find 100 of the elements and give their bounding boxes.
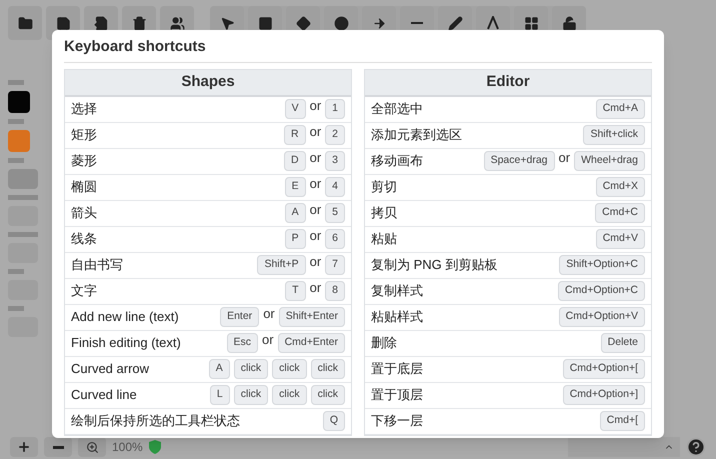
shortcut-label: 绘制后保持所选的工具栏状态 bbox=[71, 412, 240, 430]
shortcut-label: 椭圆 bbox=[71, 178, 97, 196]
shortcut-label: 复制样式 bbox=[371, 282, 423, 300]
language-select[interactable] bbox=[568, 437, 680, 457]
shortcut-label: 线条 bbox=[71, 230, 97, 248]
key-badge: R bbox=[284, 125, 306, 145]
section-header: Shapes bbox=[65, 70, 351, 96]
key-badge: P bbox=[284, 229, 306, 249]
key-badge: Shift+click bbox=[583, 125, 645, 145]
or-text: or bbox=[310, 97, 322, 115]
shortcut-label: 粘贴 bbox=[371, 230, 397, 248]
shortcut-label: 自由书写 bbox=[71, 256, 123, 274]
or-text: or bbox=[310, 149, 322, 167]
key-badge: V bbox=[284, 99, 306, 119]
key-badge: Enter bbox=[220, 307, 260, 327]
shortcut-label: 菱形 bbox=[71, 152, 97, 170]
key-badge: E bbox=[284, 177, 306, 197]
key-badge: 4 bbox=[325, 177, 345, 197]
arrow-icon bbox=[372, 16, 386, 30]
key-badge: Q bbox=[322, 411, 345, 431]
grid-icon bbox=[524, 16, 538, 30]
shield-icon bbox=[148, 440, 161, 454]
key-badge: 8 bbox=[325, 281, 345, 301]
minus-icon bbox=[52, 446, 64, 448]
folder-icon bbox=[18, 16, 32, 30]
or-text: or bbox=[558, 149, 570, 167]
key-badge: Cmd+Enter bbox=[278, 333, 345, 353]
key-badge: Cmd+V bbox=[596, 229, 645, 249]
key-badge: 1 bbox=[325, 99, 345, 119]
key-badge: T bbox=[285, 281, 306, 301]
key-badge: click bbox=[310, 385, 345, 405]
diamond-icon bbox=[296, 16, 310, 30]
shortcut-label: Curved arrow bbox=[71, 360, 150, 378]
key-badge: L bbox=[210, 385, 230, 405]
key-badge: Cmd+Option+[ bbox=[562, 359, 645, 379]
or-text: or bbox=[263, 305, 275, 323]
dialog-title: Keyboard shortcuts bbox=[64, 30, 652, 62]
shortcut-label: 文字 bbox=[71, 282, 97, 300]
line-icon bbox=[411, 22, 423, 24]
plus-icon bbox=[17, 440, 31, 454]
zoom-level: 100% bbox=[112, 439, 143, 456]
square-icon bbox=[258, 16, 272, 30]
key-badge: Cmd+X bbox=[596, 177, 645, 197]
key-badge: Shift+Option+C bbox=[559, 255, 645, 275]
shortcut-label: 全部选中 bbox=[371, 100, 423, 118]
shortcut-label: 矩形 bbox=[71, 126, 97, 144]
trash-icon bbox=[132, 16, 146, 30]
key-badge: click bbox=[234, 359, 268, 379]
key-badge: 7 bbox=[325, 255, 345, 275]
key-badge: Shift+P bbox=[257, 255, 306, 275]
unlock-icon bbox=[562, 16, 576, 30]
key-badge: Delete bbox=[600, 333, 645, 353]
key-badge: click bbox=[272, 359, 307, 379]
shortcut-label: 拷贝 bbox=[371, 204, 397, 222]
or-text: or bbox=[310, 253, 322, 271]
background-swatch[interactable] bbox=[8, 130, 30, 152]
shortcut-label: 复制为 PNG 到剪贴板 bbox=[371, 256, 498, 274]
help-icon[interactable] bbox=[686, 437, 706, 457]
key-badge: Space+drag bbox=[484, 151, 555, 171]
key-badge: Cmd+Option+] bbox=[562, 385, 645, 405]
key-badge: Cmd+A bbox=[596, 99, 645, 119]
shortcut-label: 置于底层 bbox=[371, 360, 423, 378]
or-text: or bbox=[310, 279, 322, 297]
zoom-in-button[interactable] bbox=[10, 437, 38, 457]
key-badge: Wheel+drag bbox=[574, 151, 645, 171]
shortcut-label: Add new line (text) bbox=[71, 308, 179, 326]
key-badge: 3 bbox=[325, 151, 345, 171]
export-icon bbox=[94, 16, 108, 30]
text-tool-icon bbox=[487, 16, 499, 30]
key-badge: click bbox=[310, 359, 345, 379]
key-badge: 6 bbox=[325, 229, 345, 249]
zoom-out-button[interactable] bbox=[44, 437, 72, 457]
zoom-icon bbox=[86, 440, 98, 454]
save-icon bbox=[56, 16, 70, 30]
key-badge: Cmd+Option+V bbox=[558, 307, 645, 327]
stroke-swatch[interactable] bbox=[8, 91, 30, 113]
key-badge: A bbox=[208, 359, 230, 379]
users-icon bbox=[170, 16, 184, 30]
key-badge: Cmd+Option+C bbox=[558, 281, 645, 301]
shortcut-label: 箭头 bbox=[71, 204, 97, 222]
shortcut-label: 移动画布 bbox=[371, 152, 423, 170]
shortcut-label: 选择 bbox=[71, 100, 97, 118]
or-text: or bbox=[310, 227, 322, 245]
key-badge: Cmd+[ bbox=[600, 411, 645, 431]
zoom-reset-button[interactable] bbox=[78, 437, 106, 457]
shortcut-label: 粘贴样式 bbox=[371, 308, 423, 326]
pencil-icon bbox=[448, 16, 462, 30]
pointer-icon bbox=[220, 16, 234, 30]
key-badge: A bbox=[284, 203, 306, 223]
shortcut-label: 下移一层 bbox=[371, 412, 423, 430]
shortcut-label: 添加元素到选区 bbox=[371, 126, 462, 144]
key-badge: Shift+Enter bbox=[278, 307, 345, 327]
key-badge: Esc bbox=[226, 333, 258, 353]
key-badge: 5 bbox=[325, 203, 345, 223]
shortcut-label: 删除 bbox=[371, 334, 397, 352]
toolbar-button[interactable] bbox=[8, 6, 42, 40]
shortcut-label: 剪切 bbox=[371, 178, 397, 196]
shortcut-label: Finish editing (text) bbox=[71, 334, 181, 352]
shortcut-label: Curved line bbox=[71, 386, 137, 404]
shortcut-label: 置于顶层 bbox=[371, 386, 423, 404]
